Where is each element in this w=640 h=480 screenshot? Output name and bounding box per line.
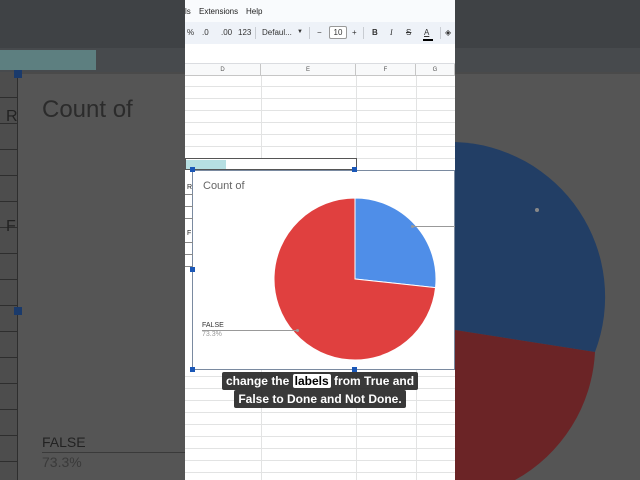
strikethrough-button[interactable]: S (406, 28, 411, 37)
bg-row-numbers (0, 72, 18, 480)
bg-legend-label: FALSE (42, 434, 86, 450)
caption-line-2: False to Done and Not Done. (234, 390, 406, 408)
slice-label-anchor (411, 225, 414, 228)
video-frame: Count of R F FALSE 73.3% ls Extensions H… (0, 0, 640, 480)
toolbar-divider (363, 27, 364, 39)
menu-help[interactable]: Help (246, 7, 262, 16)
caption-line-1: change the labels from True and (221, 372, 419, 390)
chart-title[interactable]: Count of (203, 180, 245, 192)
chevron-down-icon[interactable]: ▼ (297, 29, 303, 35)
pie-slice-true[interactable] (354, 197, 437, 289)
pie-chart[interactable] (272, 196, 438, 362)
formula-bar-area (185, 44, 455, 64)
toolbar-divider (440, 27, 441, 39)
increase-decimal-button[interactable]: .00 (221, 28, 232, 37)
increase-font-size-button[interactable]: + (352, 28, 357, 37)
bg-pie-slice-true (455, 142, 606, 352)
slice-label-value[interactable]: 73.3% (202, 331, 222, 338)
font-family-select[interactable]: Defaul... (262, 28, 292, 37)
column-header-d[interactable]: D (185, 64, 261, 76)
toolbar-divider (255, 27, 256, 39)
caption-highlight-word: labels (292, 374, 331, 388)
bg-resize-handle (14, 70, 22, 78)
column-header-e[interactable]: E (261, 64, 356, 76)
column-header-f[interactable]: F (356, 64, 416, 76)
video-caption: change the labels from True and False to… (0, 372, 640, 408)
bg-cell-letter: F (6, 218, 16, 235)
format-percent-button[interactable]: % (187, 28, 194, 37)
font-size-input[interactable]: 10 (329, 26, 347, 39)
bg-legend-value: 73.3% (42, 454, 82, 470)
slice-label-anchor (296, 329, 299, 332)
cell-letter: F (187, 230, 192, 237)
slice-label-name[interactable]: FALSE (202, 322, 224, 329)
bg-leader-line (42, 452, 192, 453)
bg-pie-chart (455, 142, 606, 480)
bold-button[interactable]: B (372, 28, 378, 37)
column-header-row: D E F G (185, 64, 455, 76)
slice-label-leader-line (412, 226, 455, 227)
decrease-decimal-button[interactable]: .0 (202, 28, 209, 37)
toolbar-divider (309, 27, 310, 39)
selected-cell-range[interactable] (185, 158, 357, 170)
fill-color-icon[interactable]: ◈ (445, 28, 451, 37)
resize-handle-left[interactable] (190, 267, 195, 272)
left-cell-fragments: R F (185, 180, 195, 320)
bg-chart-title: Count of (42, 96, 133, 123)
menu-bar: ls Extensions Help (185, 0, 455, 22)
text-color-button[interactable]: A (424, 28, 429, 37)
decrease-font-size-button[interactable]: − (317, 28, 322, 37)
number-format-button[interactable]: 123 (238, 28, 251, 37)
caption-text: change the (225, 374, 293, 388)
menu-extensions[interactable]: Extensions (199, 7, 238, 16)
toolbar: % .0 .00 123 Defaul... ▼ − 10 + B I S A … (185, 22, 455, 44)
bg-resize-handle (14, 307, 22, 315)
bg-cell-letter: R (6, 108, 18, 125)
caption-text: from True and (330, 374, 415, 388)
spreadsheet-panel: ls Extensions Help % .0 .00 123 Defaul..… (185, 0, 455, 480)
text-color-swatch (423, 39, 433, 41)
bg-selected-cell (0, 50, 96, 70)
resize-handle-top[interactable] (352, 167, 357, 172)
resize-handle-top-left[interactable] (190, 167, 195, 172)
italic-button[interactable]: I (390, 28, 393, 37)
cell-letter: R (187, 184, 193, 191)
menu-tools[interactable]: ls (185, 7, 191, 16)
column-header-g[interactable]: G (416, 64, 455, 76)
